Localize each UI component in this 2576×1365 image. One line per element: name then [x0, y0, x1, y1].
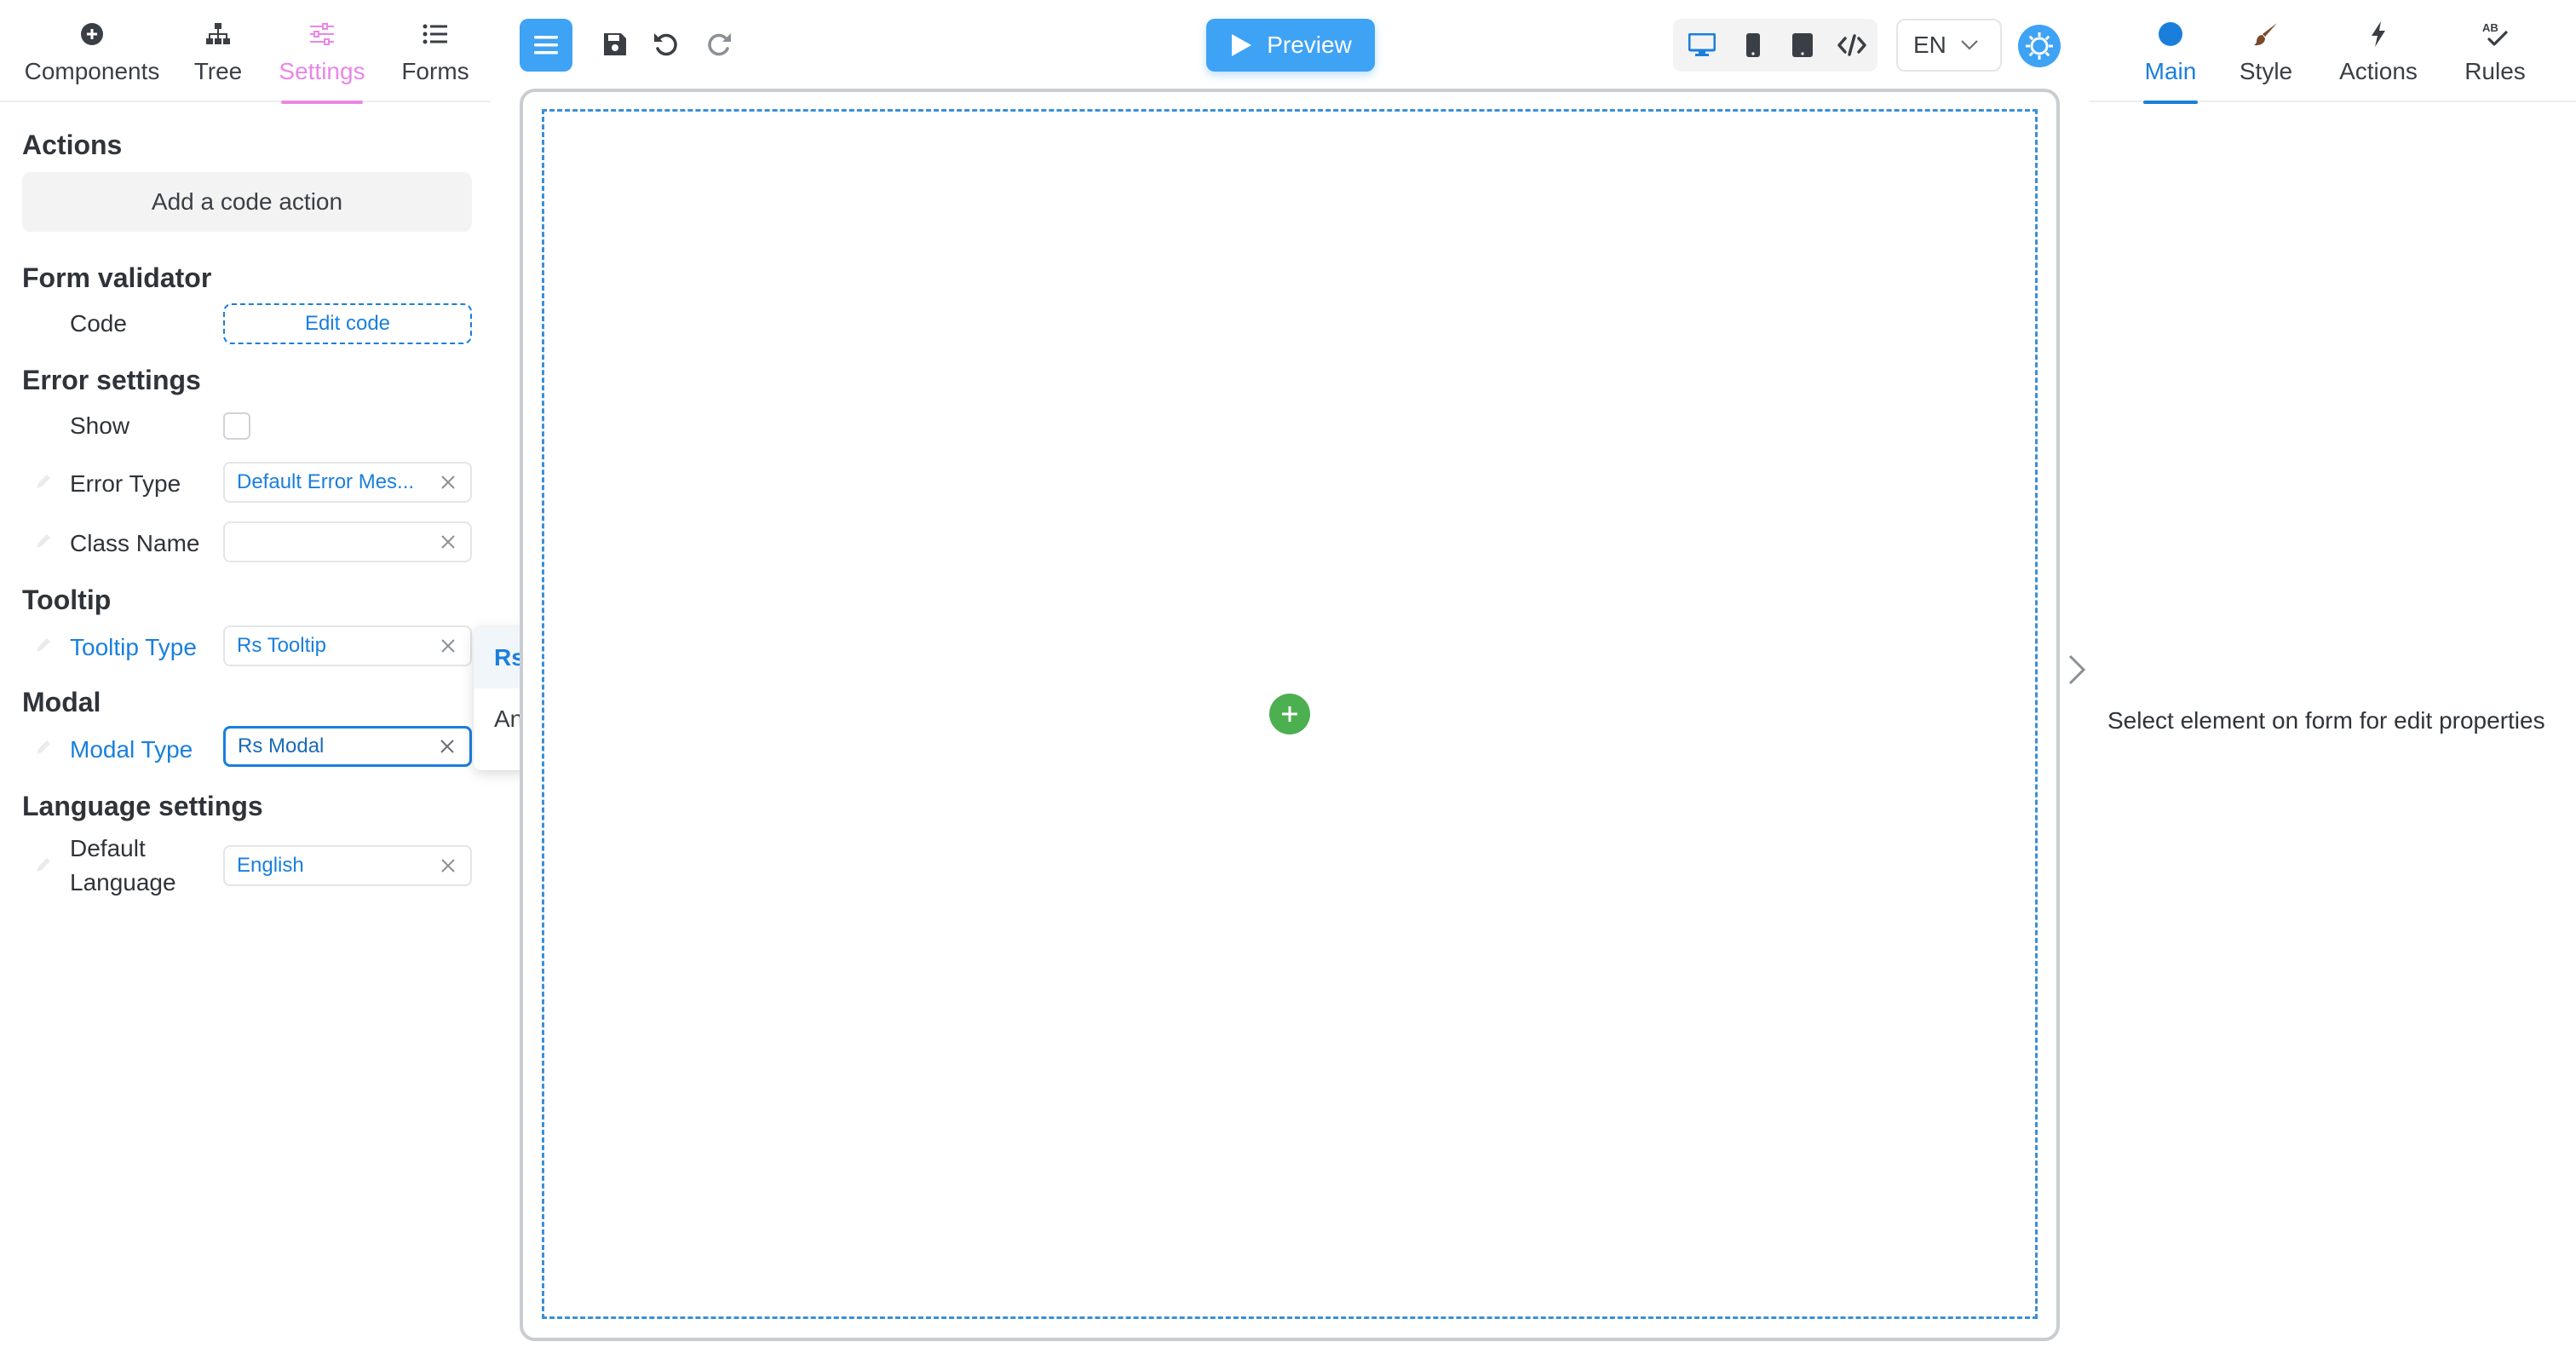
code-view-button[interactable] — [1831, 26, 1872, 65]
clear-icon[interactable] — [440, 533, 457, 550]
device-switcher — [1673, 19, 1877, 72]
no-selection-hint: Select element on form for edit properti… — [2107, 707, 2545, 734]
redo-button[interactable] — [700, 26, 738, 63]
save-button[interactable] — [596, 26, 634, 63]
language-value: EN — [1913, 32, 1946, 58]
tab-tree-label: Tree — [193, 58, 243, 84]
tab-components-label: Components — [24, 58, 160, 84]
class-name-input[interactable] — [223, 521, 472, 562]
redo-icon — [708, 33, 731, 56]
modal-title: Modal — [22, 687, 101, 717]
left-tabs: Components Tree Settings Forms — [0, 0, 491, 104]
pencil-icon[interactable] — [34, 855, 53, 874]
preview-label: Preview — [1267, 32, 1352, 58]
tab-settings[interactable]: Settings — [278, 0, 366, 104]
tooltip-type-select[interactable]: Rs Tooltip — [223, 625, 472, 666]
form-validator-title: Form validator — [22, 262, 212, 293]
right-tabs: Main Style Actions AB Rules — [2089, 0, 2576, 104]
error-type-select[interactable]: Default Error Mes... — [223, 462, 472, 503]
clear-icon[interactable] — [440, 637, 457, 654]
tooltip-type-value: Rs Tooltip — [237, 634, 326, 657]
tab-rules[interactable]: AB Rules — [2457, 0, 2533, 102]
pencil-icon[interactable] — [34, 472, 53, 491]
gear-icon — [2018, 25, 2061, 67]
default-language-label-line1: Default — [70, 835, 146, 861]
tab-settings-label: Settings — [279, 58, 365, 84]
circle-icon — [2158, 20, 2183, 48]
list-icon — [423, 20, 448, 48]
code-icon — [1837, 34, 1866, 56]
tab-actions-label: Actions — [2339, 58, 2418, 84]
modal-type-value: Rs Modal — [238, 734, 325, 757]
pencil-icon[interactable] — [34, 636, 53, 654]
desktop-icon — [1688, 33, 1716, 56]
tablet-view-button[interactable] — [1782, 26, 1823, 65]
add-element-button[interactable] — [1269, 694, 1310, 734]
clear-icon[interactable] — [439, 738, 456, 755]
tab-rules-label: Rules — [2464, 58, 2526, 84]
mobile-view-button[interactable] — [1733, 26, 1774, 65]
menu-button[interactable] — [520, 19, 572, 72]
tab-actions[interactable]: Actions — [2334, 0, 2423, 102]
clear-icon[interactable] — [440, 474, 457, 491]
modal-type-select[interactable]: Rs Modal — [223, 726, 472, 767]
undo-icon — [654, 33, 677, 56]
class-name-label: Class Name — [70, 530, 200, 556]
plus-circle-icon — [80, 20, 104, 48]
desktop-view-button[interactable] — [1682, 26, 1722, 65]
tab-components[interactable]: Components — [19, 0, 165, 102]
error-type-value: Default Error Mes... — [237, 470, 415, 493]
edit-code-button[interactable]: Edit code — [223, 303, 472, 344]
mobile-icon — [1746, 33, 1760, 57]
pencil-icon[interactable] — [34, 532, 53, 550]
tab-style[interactable]: Style — [2235, 0, 2297, 102]
tab-forms[interactable]: Forms — [397, 0, 474, 102]
show-label: Show — [70, 412, 130, 439]
clear-icon[interactable] — [440, 857, 457, 874]
tooltip-type-label: Tooltip Type — [70, 634, 197, 660]
left-panel: Components Tree Settings Forms Actions A… — [0, 0, 491, 1365]
default-language-label-line2: Language — [70, 869, 176, 896]
language-settings-title: Language settings — [22, 791, 263, 821]
tab-forms-label: Forms — [401, 58, 469, 84]
tablet-icon — [1792, 33, 1813, 57]
svg-text:AB: AB — [2482, 21, 2498, 34]
play-icon — [1232, 34, 1252, 56]
tab-style-label: Style — [2239, 58, 2293, 84]
modal-type-label: Modal Type — [70, 736, 193, 763]
code-label: Code — [70, 310, 127, 337]
brush-icon — [2253, 20, 2279, 48]
tooltip-title: Tooltip — [22, 585, 112, 615]
settings-button[interactable] — [2015, 22, 2063, 70]
add-code-action-button[interactable]: Add a code action — [22, 172, 472, 232]
plus-icon — [1282, 706, 1297, 722]
bolt-icon — [2369, 20, 2388, 48]
tab-main-label: Main — [2144, 58, 2197, 84]
error-type-label: Error Type — [70, 470, 181, 497]
chevron-down-icon — [1961, 40, 1978, 50]
undo-button[interactable] — [647, 26, 685, 63]
error-settings-title: Error settings — [22, 365, 201, 395]
hamburger-icon — [534, 36, 558, 55]
tab-tree[interactable]: Tree — [193, 0, 244, 102]
chevron-right-icon[interactable] — [2065, 653, 2089, 687]
show-error-checkbox[interactable] — [223, 412, 250, 440]
sitemap-icon — [205, 20, 231, 48]
sliders-icon — [309, 20, 335, 48]
pencil-icon[interactable] — [34, 738, 53, 757]
right-panel: Main Style Actions AB Rules Select eleme… — [2089, 0, 2576, 1365]
tab-main[interactable]: Main — [2143, 0, 2198, 104]
language-select[interactable]: EN — [1896, 19, 2002, 72]
save-icon — [604, 33, 626, 55]
preview-button[interactable]: Preview — [1206, 19, 1375, 72]
spellcheck-icon: AB — [2481, 20, 2510, 48]
actions-title: Actions — [22, 130, 123, 160]
default-language-select[interactable]: English — [223, 845, 472, 886]
default-language-value: English — [237, 854, 304, 877]
